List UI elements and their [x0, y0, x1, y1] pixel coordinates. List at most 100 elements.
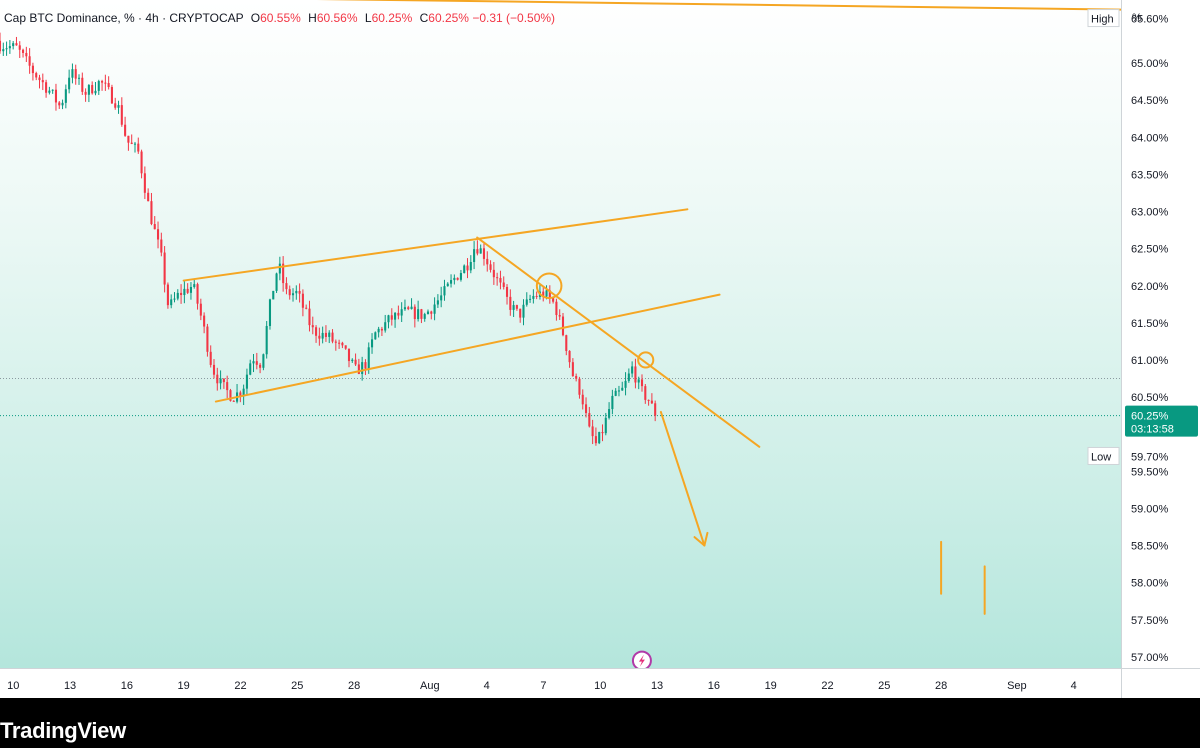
candle-body — [8, 46, 11, 49]
candle-body — [361, 362, 364, 374]
candle-body — [598, 432, 601, 444]
price-tick-label: 65.00% — [1131, 58, 1169, 70]
candle-body — [423, 314, 426, 319]
candle-body — [463, 265, 466, 274]
candle-body — [28, 56, 31, 66]
candle-body — [496, 277, 499, 279]
time-tick-label: 10 — [594, 680, 606, 692]
candle-body — [364, 362, 367, 369]
candle-body — [315, 327, 318, 336]
candle-body — [459, 273, 462, 280]
candle-body — [499, 277, 502, 283]
candle-body — [48, 90, 51, 93]
candle-body — [403, 307, 407, 310]
price-tick-label: 62.00% — [1131, 281, 1169, 293]
candle-body — [515, 305, 518, 309]
candle-body — [611, 395, 614, 410]
time-tick-label: 28 — [935, 680, 947, 692]
candle-body — [367, 347, 370, 369]
candle-body — [354, 359, 357, 365]
trend-line — [182, 208, 689, 282]
candle-body — [61, 102, 64, 106]
candle-body — [440, 295, 443, 301]
price-tick-label: 64.00% — [1131, 132, 1169, 144]
candle-body — [212, 364, 216, 375]
candle-body — [216, 374, 219, 384]
time-tick-label: 22 — [234, 680, 246, 692]
bar-countdown: 03:13:58 — [1131, 424, 1174, 436]
candle-body — [525, 299, 528, 305]
candle-body — [426, 311, 430, 315]
candle-body — [87, 85, 90, 95]
candle-body — [377, 328, 380, 333]
candle-body — [203, 315, 206, 327]
candle-body — [133, 143, 137, 145]
candle-body — [380, 328, 383, 331]
candle-body — [476, 249, 479, 254]
candle-body — [512, 305, 515, 310]
candle-body — [305, 307, 308, 309]
candle-body — [209, 351, 212, 365]
candle-body — [469, 261, 472, 271]
candle-body — [170, 299, 173, 306]
candle-body — [397, 312, 400, 316]
symbol-legend[interactable]: Cap BTC Dominance, % · 4h · CRYPTOCAP O6… — [4, 11, 555, 25]
candle-body — [594, 436, 597, 444]
candle-body — [275, 273, 278, 291]
time-tick-label: 4 — [1071, 680, 1077, 692]
candle-body — [140, 151, 143, 174]
candle-body — [617, 390, 621, 392]
candle-body — [344, 345, 347, 349]
candle-body — [127, 135, 130, 143]
candle-body — [584, 404, 588, 414]
candle-body — [41, 80, 44, 83]
candle-body — [137, 143, 140, 152]
candle-body — [640, 379, 644, 387]
price-tick-label: 60.50% — [1131, 392, 1169, 404]
candle-body — [347, 348, 351, 362]
candle-body — [147, 192, 150, 202]
time-axis[interactable]: 10 13 16 19 22 25 28 Aug 4 7 10 13 16 19 22 25 28 Sep 4 — [0, 668, 1121, 699]
candle-body — [522, 304, 525, 318]
candle-body — [189, 287, 193, 293]
candle-body — [156, 229, 160, 240]
time-tick-label: 7 — [540, 680, 546, 692]
candle-body — [291, 293, 295, 296]
event-marker[interactable] — [631, 650, 652, 668]
time-axis-ticks: 10 13 16 19 22 25 28 Aug 4 7 10 13 16 19 22 25 28 Sep 4 — [7, 680, 1077, 692]
candle-body — [532, 295, 535, 299]
legend-title[interactable]: Cap BTC Dominance, % · 4h · CRYPTOCAP — [4, 11, 243, 25]
chart-pane[interactable]: High Low Cap BTC Dominance, % · 4h · CRYP… — [0, 0, 1121, 668]
candle-body — [453, 277, 456, 281]
legend-high-key: H — [308, 11, 317, 25]
footer-bar — [0, 698, 1200, 748]
price-tick-label: 57.50% — [1131, 615, 1169, 627]
candle-body — [558, 315, 561, 317]
candle-body — [561, 316, 565, 336]
price-chart[interactable]: High Low — [0, 0, 1121, 668]
time-tick-label: Aug — [420, 680, 440, 692]
candle-body — [249, 363, 252, 375]
time-tick-label: 4 — [484, 680, 490, 692]
brand-logo: TradingView — [0, 718, 126, 743]
candle-body — [413, 306, 416, 320]
low-tag-text: Low — [1091, 451, 1111, 463]
candle-body — [482, 248, 486, 259]
time-axis-svg: 10 13 16 19 22 25 28 Aug 4 7 10 13 16 19 22 25 28 Sep 4 — [7, 680, 1077, 692]
price-axis-tags: 60.25%03:13:58 — [1125, 405, 1198, 437]
high-tag: High — [1087, 9, 1120, 28]
candle-body — [492, 269, 495, 278]
candle-body — [443, 286, 446, 296]
candle-body — [91, 85, 94, 94]
candle-body — [25, 52, 28, 57]
candle-body — [272, 290, 275, 300]
trend-line — [316, 0, 1121, 11]
candle-body — [18, 45, 21, 50]
candle-body — [193, 284, 196, 288]
candle-body — [331, 332, 334, 342]
trend-line — [214, 293, 721, 403]
candle-body — [0, 40, 2, 52]
candle-body — [644, 386, 647, 400]
price-axis[interactable]: % 65.60% 65.00% 64.50% 64.00% 63.50% 63.00% 62… — [1121, 0, 1200, 668]
candle-body — [502, 282, 505, 287]
